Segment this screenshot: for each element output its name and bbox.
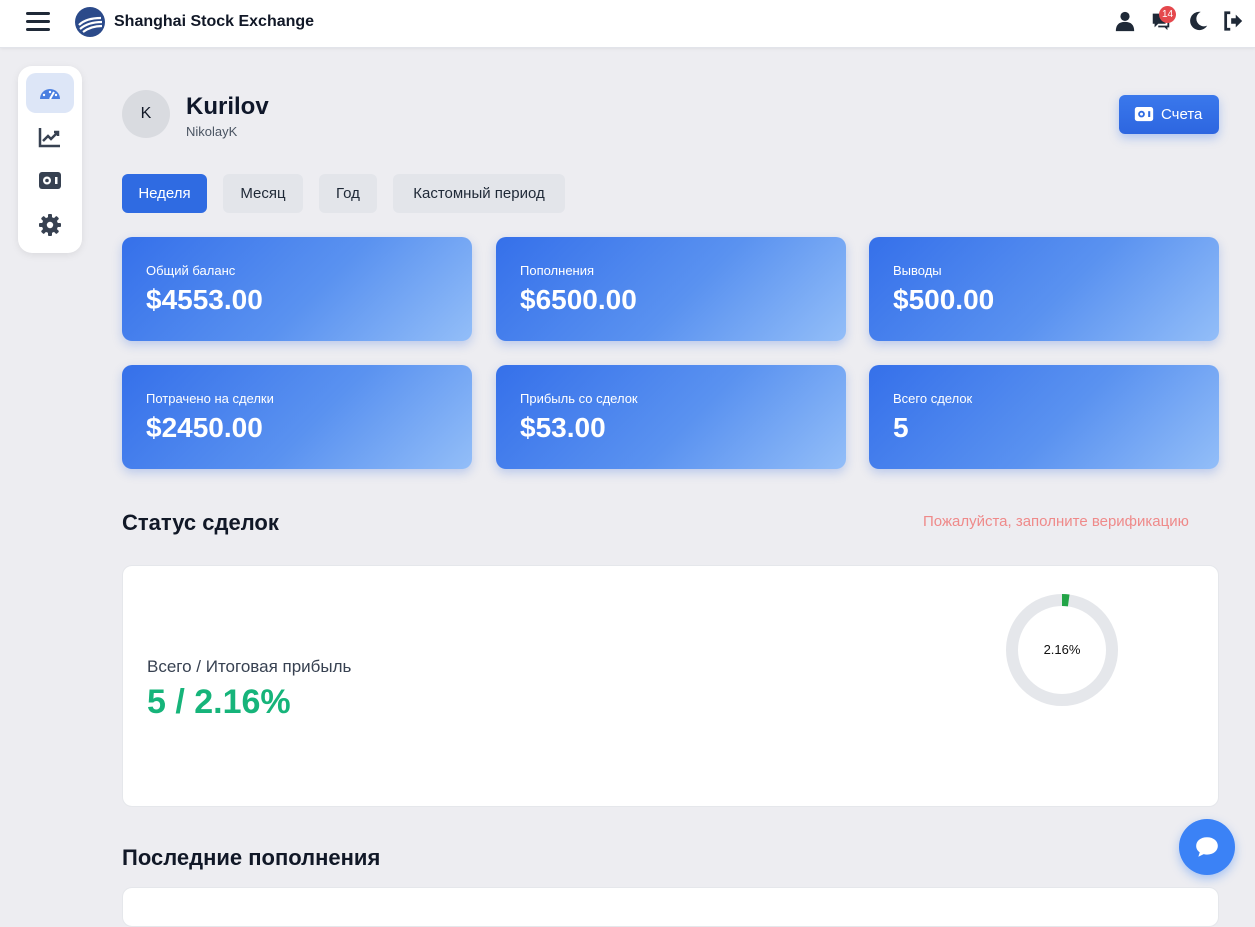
stat-value: $500.00 [893,284,995,315]
period-week[interactable]: Неделя [122,174,207,213]
avatar: K [122,90,170,138]
exchange-logo-icon [75,7,105,37]
moon-icon[interactable] [1187,10,1209,32]
period-custom[interactable]: Кастомный период [393,174,565,213]
notification-badge: 14 [1159,6,1176,23]
period-month[interactable]: Месяц [223,174,303,213]
stat-card-deposits: Пополнения $6500.00 [496,237,846,341]
stat-card-total-trades: Всего сделок 5 [869,365,1219,469]
accounts-button-label: Счета [1161,106,1203,123]
stat-card-spent-on-trades: Потрачено на сделки $2450.00 [122,365,472,469]
chart-line-icon [38,128,60,148]
wallet-icon [1134,107,1154,122]
hamburger-menu-icon[interactable] [26,12,50,32]
chat-button[interactable] [1179,819,1235,875]
stat-label: Всего сделок [893,391,973,406]
stat-value: 5 [893,412,909,443]
dashboard-icon [40,89,60,100]
donut-percent-label: 2.16% [1043,642,1081,657]
top-bar: Shanghai Stock Exchange 14 [0,0,1255,48]
summary-label: Всего / Итоговая прибыль [147,657,352,676]
sidebar-item-trading[interactable] [26,117,74,157]
user-name: Kurilov [186,93,269,120]
chat-bubble-icon [1196,837,1218,857]
sidebar [18,66,82,253]
logout-icon[interactable] [1222,10,1244,32]
stat-value: $53.00 [520,412,606,443]
stat-value: $6500.00 [520,284,637,315]
stat-value: $2450.00 [146,412,263,443]
summary-value: 5 / 2.16% [147,683,291,721]
user-icon[interactable] [1114,10,1136,32]
stat-card-trade-profit: Прибыль со сделок $53.00 [496,365,846,469]
stat-card-withdrawals: Выводы $500.00 [869,237,1219,341]
stat-label: Выводы [893,263,942,278]
stat-label: Потрачено на сделки [146,391,274,406]
verification-link[interactable]: Пожалуйста, заполните верификацию [923,513,1189,530]
period-year[interactable]: Год [319,174,377,213]
sidebar-item-settings[interactable] [26,205,74,245]
brand-name[interactable]: Shanghai Stock Exchange [114,13,314,31]
recent-deposits-title: Последние пополнения [122,845,381,870]
stat-value: $4553.00 [146,284,263,315]
stat-card-total-balance: Общий баланс $4553.00 [122,237,472,341]
stat-label: Пополнения [520,263,595,278]
sidebar-item-accounts[interactable] [26,161,74,201]
wallet-icon [39,172,61,189]
user-login: NikolayK [186,124,238,139]
sidebar-item-dashboard[interactable] [26,73,74,113]
stat-label: Общий баланс [146,263,236,278]
accounts-button[interactable]: Счета [1119,95,1219,134]
gear-icon [39,214,61,236]
stat-label: Прибыль со сделок [520,391,638,406]
recent-deposits-panel [122,887,1219,927]
trade-status-title: Статус сделок [122,510,279,535]
